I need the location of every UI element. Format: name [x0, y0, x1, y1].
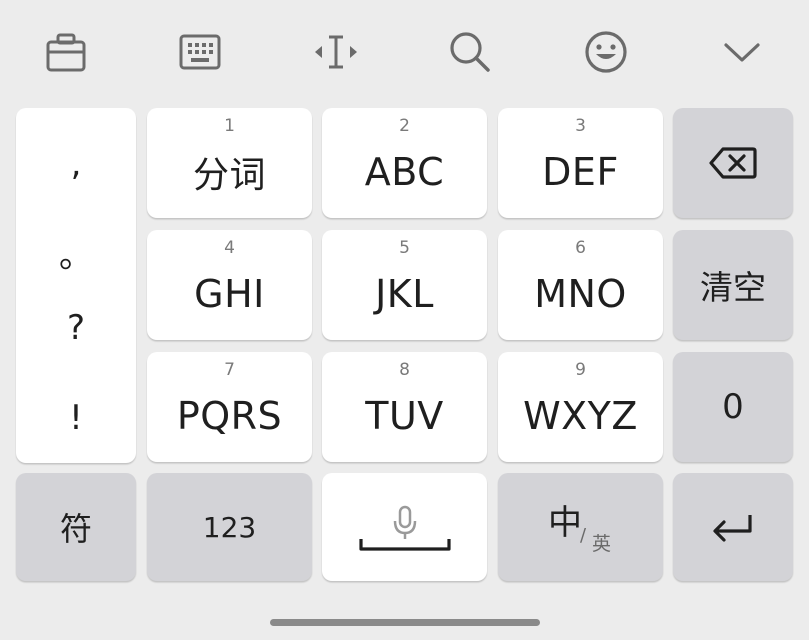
home-indicator[interactable] [270, 619, 540, 626]
key-label: 分词 [192, 155, 266, 196]
emoji-icon[interactable] [576, 22, 636, 82]
key-number: 8 [399, 360, 410, 380]
key-label: JKL [375, 272, 434, 316]
key-2-abc[interactable]: 2 ABC [322, 108, 487, 218]
key-label: ABC [364, 150, 445, 194]
key-number: 1 [224, 116, 235, 136]
cursor-move-icon[interactable] [306, 22, 366, 82]
key-9-wxyz[interactable]: 9 WXYZ [498, 352, 663, 462]
key-0[interactable]: 0 [673, 352, 793, 462]
keyboard-toolbar [0, 0, 809, 102]
punctuation-column[interactable]: , 。 ? ! [16, 108, 136, 463]
microphone-icon [393, 505, 417, 539]
lang-slash: / [580, 525, 587, 546]
space-voice-button[interactable] [322, 473, 487, 581]
key-1-fenci[interactable]: 1 分词 [147, 108, 312, 218]
punct-exclamation[interactable]: ! [16, 398, 136, 438]
clipboard-icon[interactable] [36, 22, 96, 82]
key-number: 9 [575, 360, 586, 380]
key-3-def[interactable]: 3 DEF [498, 108, 663, 218]
key-number: 6 [575, 238, 586, 258]
key-label: GHI [194, 272, 265, 316]
key-label: WXYZ [523, 394, 638, 438]
enter-icon [713, 515, 752, 542]
key-label: MNO [534, 272, 627, 316]
key-7-pqrs[interactable]: 7 PQRS [147, 352, 312, 462]
key-label: TUV [365, 394, 444, 438]
lang-cn-label: 中 [548, 503, 582, 543]
key-number: 5 [399, 238, 410, 258]
collapse-chevron-icon[interactable] [712, 22, 772, 82]
backspace-icon [709, 147, 757, 179]
key-label: PQRS [176, 394, 283, 438]
language-switch-button[interactable]: 中 / 英 [498, 473, 663, 581]
keyboard-icon[interactable] [170, 22, 230, 82]
zero-label: 0 [722, 387, 744, 427]
enter-button[interactable] [673, 473, 793, 581]
key-number: 3 [575, 116, 586, 136]
key-5-jkl[interactable]: 5 JKL [322, 230, 487, 340]
key-4-ghi[interactable]: 4 GHI [147, 230, 312, 340]
punct-question[interactable]: ? [16, 308, 136, 348]
key-number: 7 [224, 360, 235, 380]
key-number: 4 [224, 238, 235, 258]
key-6-mno[interactable]: 6 MNO [498, 230, 663, 340]
symbols-button[interactable]: 符 [16, 473, 136, 581]
punct-comma[interactable]: , [16, 144, 136, 184]
space-bar-icon [359, 539, 451, 551]
key-8-tuv[interactable]: 8 TUV [322, 352, 487, 462]
lang-en-label: 英 [592, 533, 612, 555]
symbols-label: 符 [59, 510, 92, 548]
clear-button[interactable]: 清空 [673, 230, 793, 340]
numbers-button[interactable]: 123 [147, 473, 312, 581]
search-icon[interactable] [440, 22, 500, 82]
clear-label: 清空 [700, 268, 766, 307]
backspace-button[interactable] [673, 108, 793, 218]
key-label: DEF [542, 150, 619, 194]
key-number: 2 [399, 116, 410, 136]
numbers-label: 123 [202, 510, 257, 544]
punct-period[interactable]: 。 [16, 228, 136, 277]
